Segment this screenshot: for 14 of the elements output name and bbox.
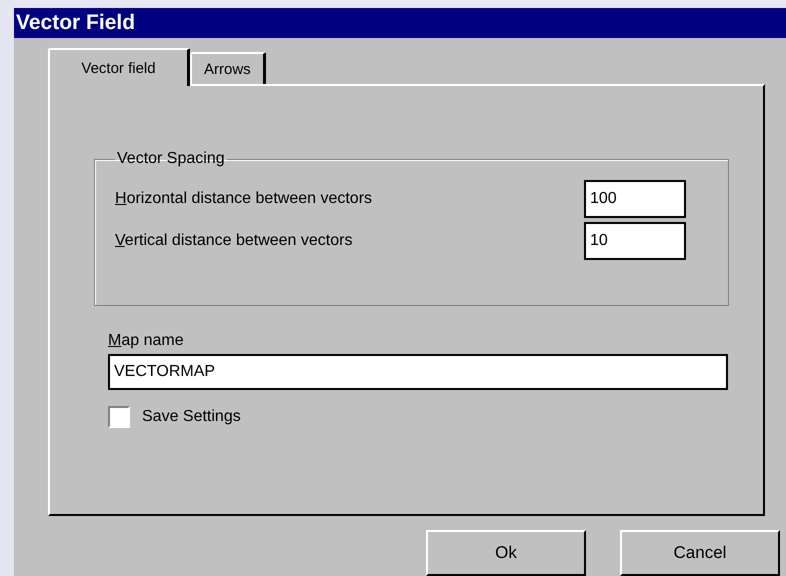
group-title: Vector Spacing <box>116 150 226 168</box>
input-field[interactable]: VECTORMAP <box>108 354 728 390</box>
tab[interactable]: Arrows <box>190 52 266 84</box>
field-label: Vertical distance between vectors <box>115 232 352 250</box>
checkbox[interactable] <box>108 406 130 428</box>
field-label: Horizontal distance between vectors <box>115 190 372 208</box>
input-field[interactable]: 10 <box>584 222 686 260</box>
dialog-button[interactable]: Cancel <box>620 530 780 576</box>
dialog-button[interactable]: Ok <box>426 530 586 576</box>
checkbox-label: Save Settings <box>142 408 241 426</box>
field-label: Map name <box>108 332 185 350</box>
tab[interactable]: Vector field <box>48 48 190 86</box>
window-title: Vector Field <box>16 11 136 35</box>
input-field[interactable]: 100 <box>584 180 686 218</box>
